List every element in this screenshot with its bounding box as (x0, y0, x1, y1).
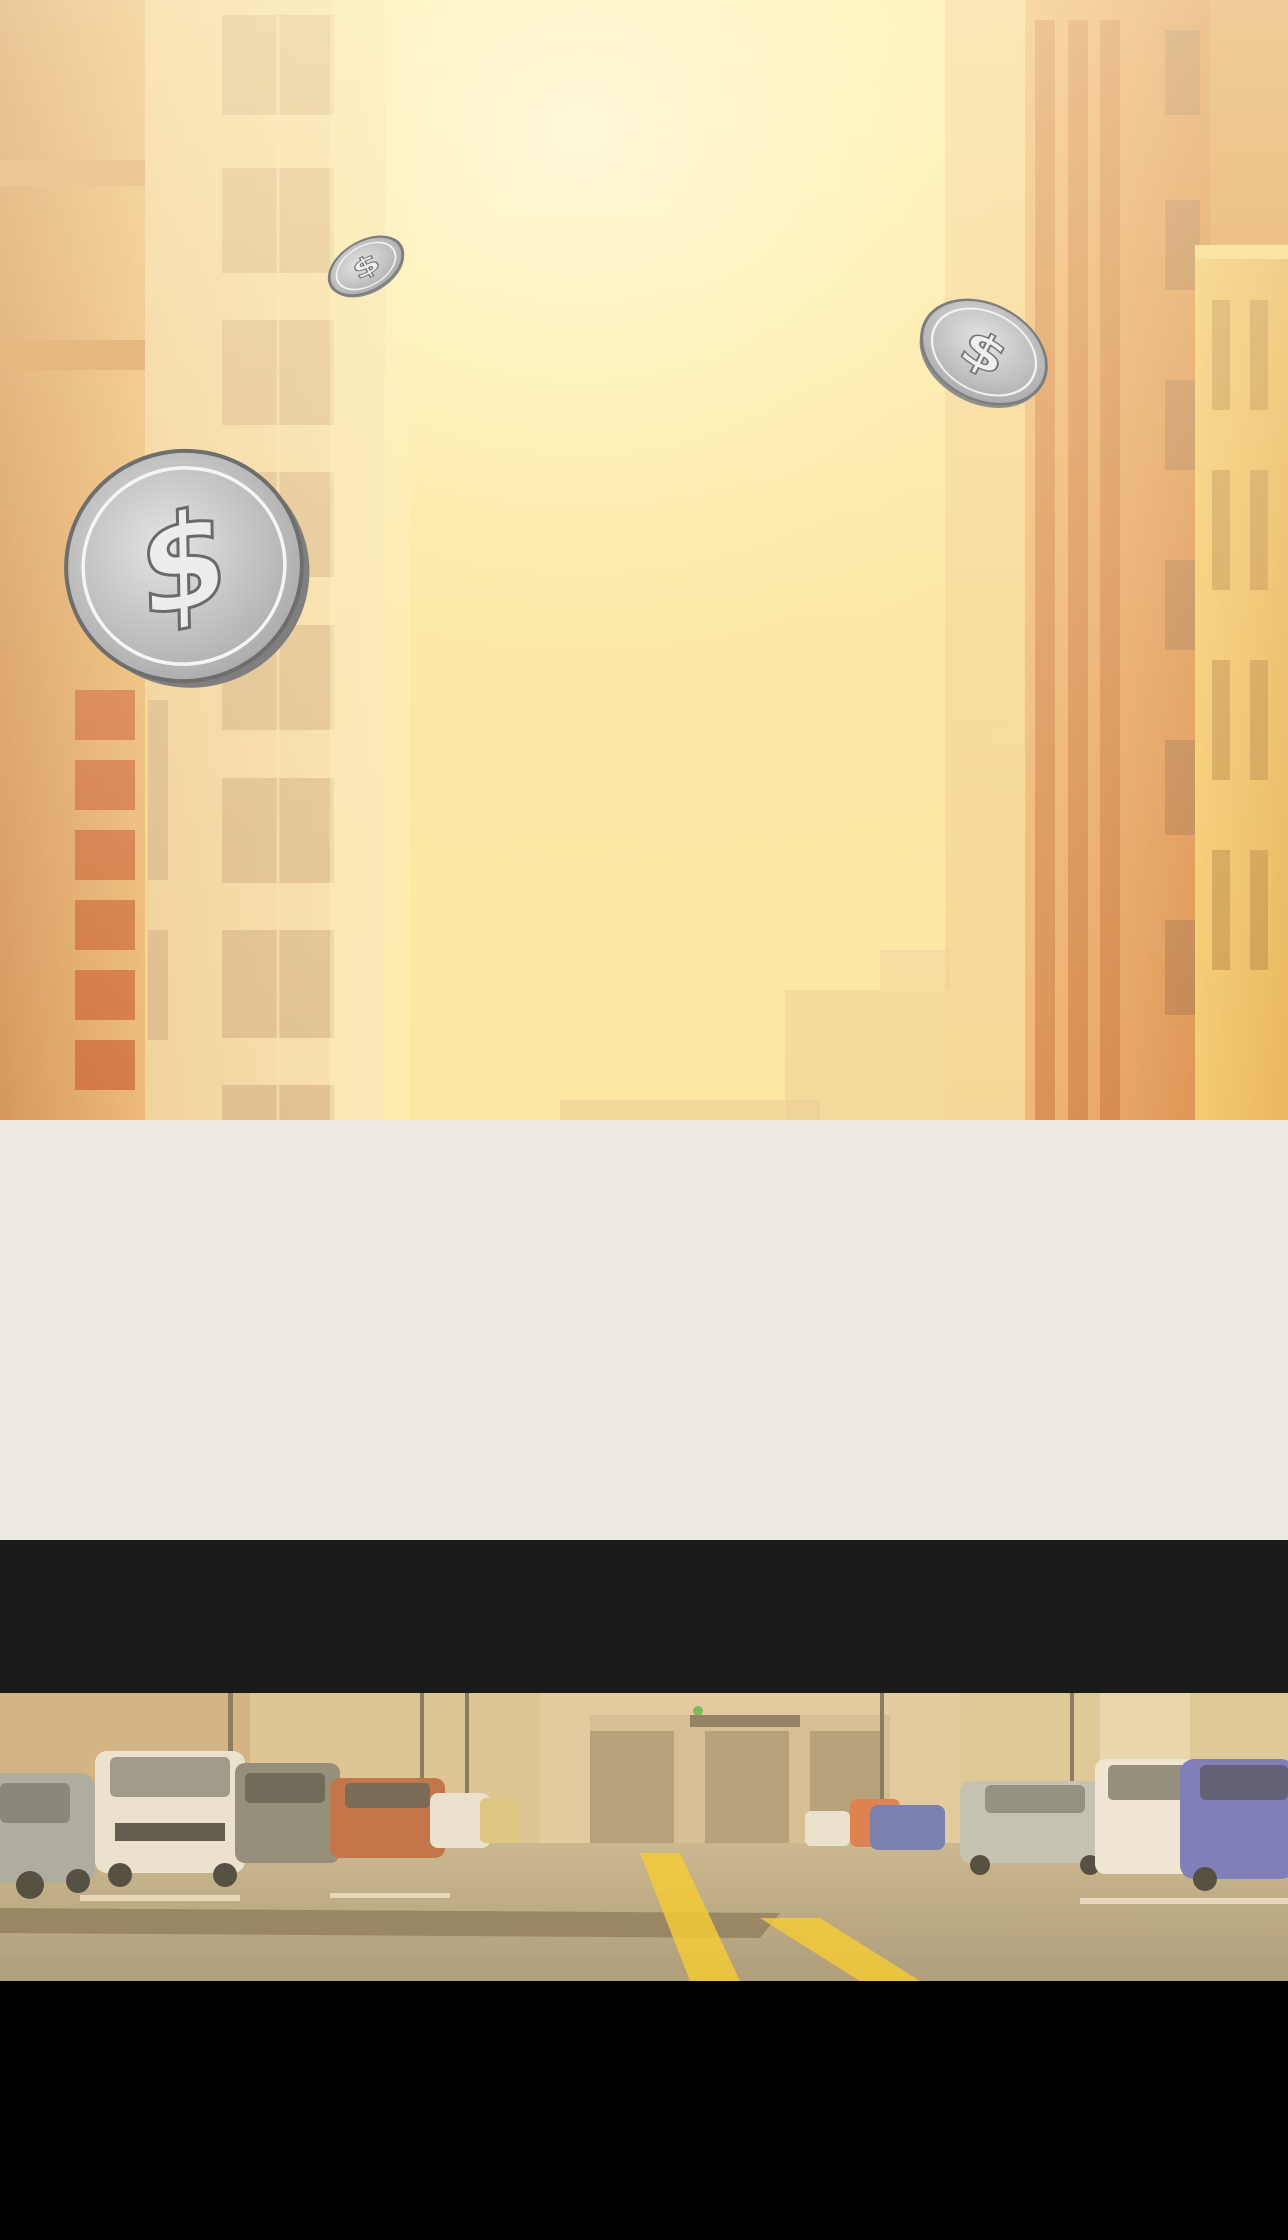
city-skyline-illustration: $ $ $ (0, 0, 1288, 1120)
city-background-scene: $ $ $ (0, 0, 1288, 1120)
dark-banner-bar (0, 1540, 1288, 1693)
content-panel (0, 1120, 1288, 1540)
game-screen: $ $ $ (0, 0, 1288, 2240)
street-traffic-scene (0, 1693, 1288, 1981)
bottom-black-area (0, 1981, 1288, 2240)
street-illustration (0, 1693, 1288, 1981)
